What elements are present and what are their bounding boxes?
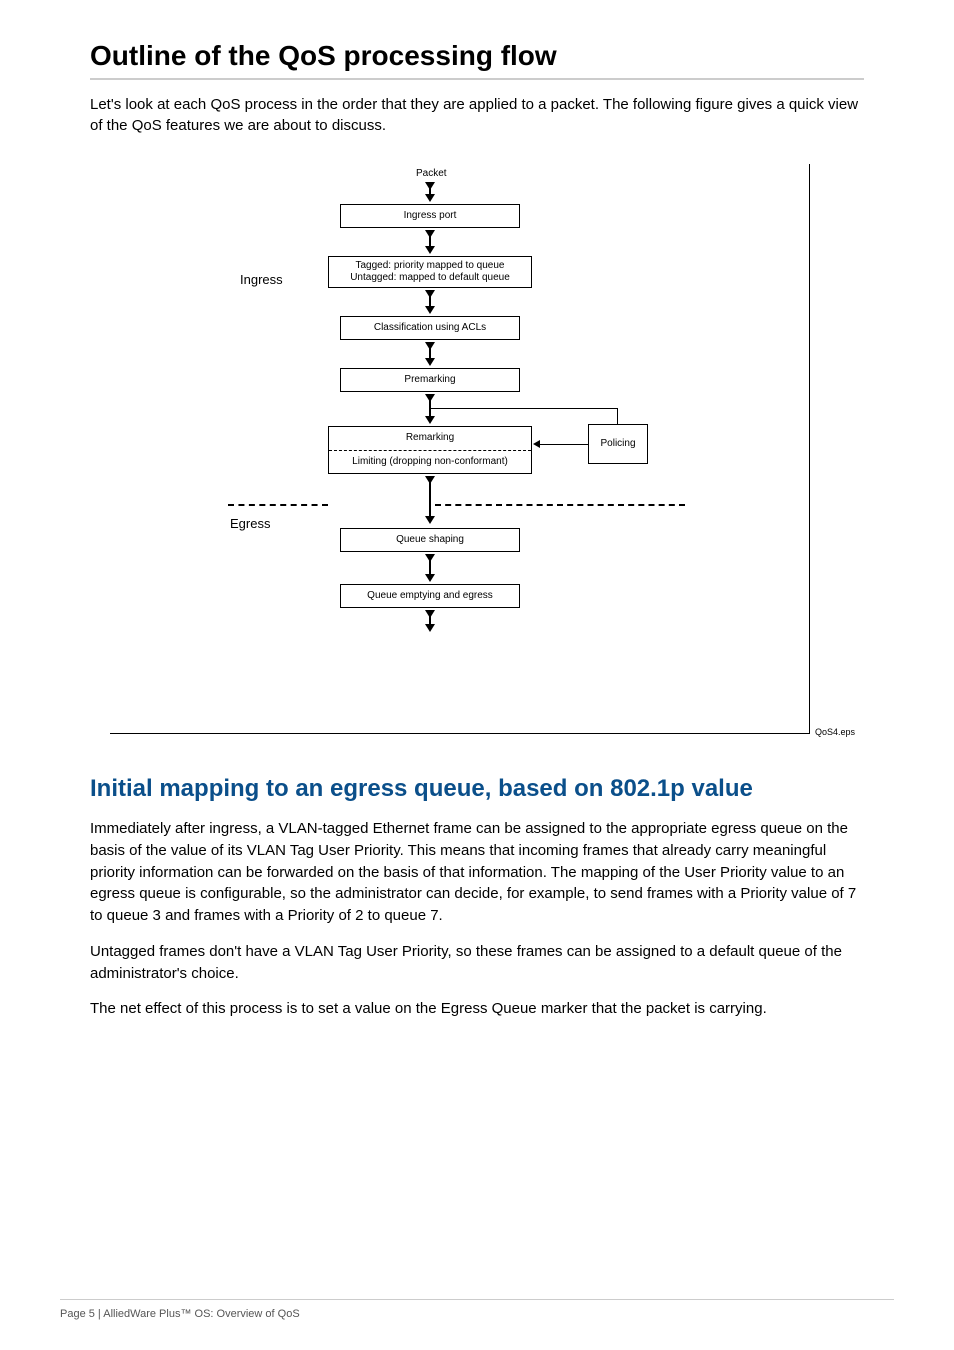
tagged-untagged-box: Tagged: priority mapped to queue Untagge… — [328, 256, 532, 288]
queue-shaping-box: Queue shaping — [340, 528, 520, 552]
ingress-egress-divider-right — [435, 504, 685, 506]
qos-diagram: Packet Ingress port Tagged: priority map… — [110, 164, 810, 734]
policing-box: Policing — [588, 424, 648, 464]
classification-box: Classification using ACLs — [340, 316, 520, 340]
policing-return-arrow — [533, 440, 540, 448]
page-footer: Page 5 | AlliedWare Plus™ OS: Overview o… — [60, 1299, 894, 1320]
policing-top-connector — [431, 408, 618, 409]
body-para-2: Untagged frames don't have a VLAN Tag Us… — [90, 941, 864, 985]
ingress-port-box: Ingress port — [340, 204, 520, 228]
egress-side-label: Egress — [230, 516, 270, 531]
premarking-box: Premarking — [340, 368, 520, 392]
ingress-egress-divider — [228, 504, 328, 506]
diagram-caption: QoS4.eps — [815, 727, 855, 737]
title-rule — [90, 78, 864, 80]
remarking-limiting-box: Remarking Limiting (dropping non-conform… — [328, 426, 532, 474]
page-title: Outline of the QoS processing flow — [90, 40, 864, 72]
packet-label: Packet — [416, 168, 447, 179]
section-heading: Initial mapping to an egress queue, base… — [90, 774, 864, 804]
body-para-3: The net effect of this process is to set… — [90, 998, 864, 1020]
ingress-side-label: Ingress — [240, 272, 283, 287]
queue-emptying-box: Queue emptying and egress — [340, 584, 520, 608]
policing-return-connector — [540, 444, 588, 445]
body-para-1: Immediately after ingress, a VLAN-tagged… — [90, 818, 864, 927]
limiting-label: Limiting (dropping non-conformant) — [329, 451, 531, 474]
remarking-label: Remarking — [329, 427, 531, 451]
intro-paragraph: Let's look at each QoS process in the or… — [90, 94, 864, 136]
